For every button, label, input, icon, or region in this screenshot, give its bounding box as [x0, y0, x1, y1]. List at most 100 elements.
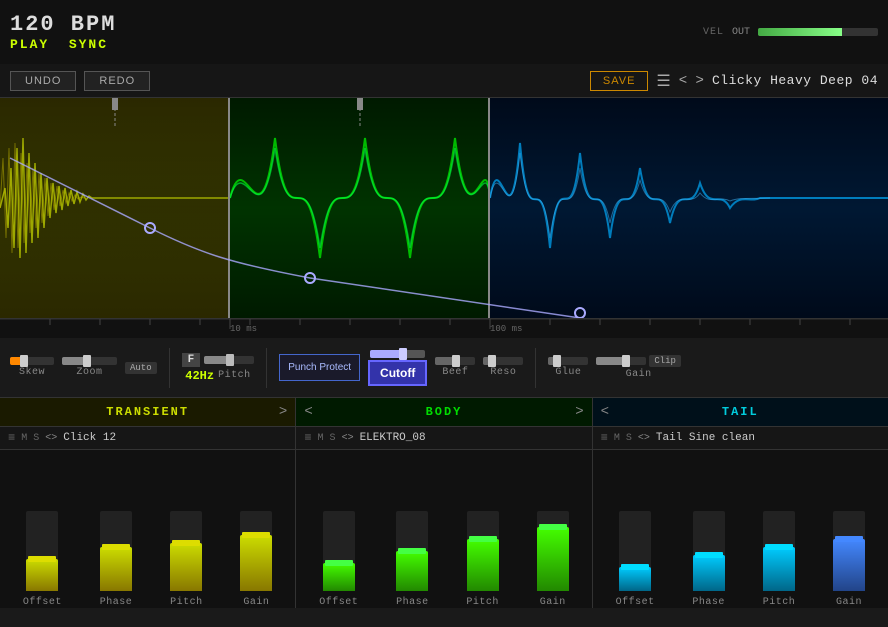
body-menu-icon[interactable]: ≡ — [304, 431, 311, 445]
skew-slider[interactable] — [10, 357, 54, 365]
tail-m-label[interactable]: M — [614, 433, 620, 444]
transient-s-label[interactable]: S — [33, 433, 39, 444]
auto-badge[interactable]: Auto — [125, 362, 157, 374]
transient-phase-fader[interactable] — [100, 511, 132, 591]
waveform-transient — [0, 98, 230, 318]
skew-control: Skew — [10, 357, 54, 378]
transient-sample-name: Click 12 — [63, 432, 116, 444]
body-pitch-fader[interactable] — [467, 511, 499, 591]
tail-pitch-knob: Pitch — [763, 511, 796, 608]
transient-offset-fader[interactable] — [26, 511, 58, 591]
save-button[interactable]: SAVE — [590, 71, 649, 91]
separator-2 — [266, 348, 267, 388]
body-gain-knob: Gain — [537, 511, 569, 608]
top-right: VEL OUT — [703, 27, 878, 38]
tail-gain-fader[interactable] — [833, 511, 865, 591]
undo-button[interactable]: UNDO — [10, 71, 76, 91]
beef-control: Beef — [435, 357, 475, 378]
transient-nav-right[interactable]: > — [279, 404, 287, 420]
body-phase-fader[interactable] — [396, 511, 428, 591]
meter-fill — [758, 28, 842, 36]
tail-title: TAIL — [722, 405, 759, 419]
waveform-area — [0, 98, 888, 318]
controls-bar: Skew Zoom Auto F 42Hz Pitch Punch Protec… — [0, 338, 888, 398]
transient-gain-knob: Gain — [240, 511, 272, 608]
transient-phase-knob: Phase — [100, 511, 133, 608]
bpm-display: 120 BPM — [10, 12, 116, 37]
separator-3 — [535, 348, 536, 388]
transient-m-label[interactable]: M — [21, 433, 27, 444]
tail-arrows-label[interactable]: <> — [638, 433, 650, 444]
body-arrows-label[interactable]: <> — [342, 433, 354, 444]
waveform-body-svg — [230, 98, 490, 318]
output-meter — [758, 28, 878, 36]
body-header: < BODY > — [296, 398, 591, 426]
nav-arrows-icon[interactable]: < > — [679, 73, 704, 89]
transient-gain-label: Gain — [243, 597, 269, 608]
tail-menu-icon[interactable]: ≡ — [601, 431, 608, 445]
transient-arrows-label[interactable]: <> — [45, 433, 57, 444]
body-nav-right[interactable]: > — [575, 404, 583, 420]
body-knobs-row: Offset Phase Pitch — [296, 450, 591, 608]
transient-knobs-row: Offset Phase Pitch — [0, 450, 295, 608]
transient-menu-icon[interactable]: ≡ — [8, 431, 15, 445]
body-s-label[interactable]: S — [330, 433, 336, 444]
transient-offset-knob: Offset — [23, 511, 62, 608]
tail-phase-fader[interactable] — [693, 511, 725, 591]
time-ruler: 10 ms 100 ms — [0, 318, 888, 338]
waveform-body — [230, 98, 490, 318]
zoom-control: Zoom — [62, 357, 117, 378]
tail-s-label[interactable]: S — [626, 433, 632, 444]
body-title: BODY — [426, 405, 463, 419]
cutoff-control: Cutoff — [368, 350, 427, 386]
transient-pitch-fader[interactable] — [170, 511, 202, 591]
waveform-transient-svg — [0, 98, 230, 318]
tail-offset-knob: Offset — [616, 511, 655, 608]
sync-label[interactable]: SYNC — [69, 37, 108, 52]
toolbar-left: UNDO REDO — [10, 71, 150, 91]
beef-slider[interactable] — [435, 357, 475, 365]
body-gain-fader[interactable] — [537, 511, 569, 591]
clip-badge[interactable]: Clip — [649, 355, 681, 367]
tail-knobs-row: Offset Phase Pitch — [593, 450, 888, 608]
menu-icon[interactable]: ☰ — [656, 71, 670, 91]
out-label: OUT — [732, 27, 750, 38]
tail-pitch-fader[interactable] — [763, 511, 795, 591]
transient-pitch-label: Pitch — [170, 597, 203, 608]
redo-button[interactable]: REDO — [84, 71, 150, 91]
body-pitch-label: Pitch — [466, 597, 499, 608]
transient-phase-label: Phase — [100, 597, 133, 608]
vel-label: VEL — [703, 27, 724, 38]
pitch-slider[interactable] — [204, 356, 254, 364]
tail-nav-left[interactable]: < — [601, 404, 609, 420]
f-badge[interactable]: F — [182, 353, 201, 367]
zoom-slider[interactable] — [62, 357, 117, 365]
cutoff-button[interactable]: Cutoff — [368, 360, 427, 386]
bpm-section: 120 BPM PLAY SYNC — [10, 12, 116, 52]
transient-section: TRANSIENT > ≡ M S <> Click 12 Offset — [0, 398, 296, 608]
glue-slider[interactable] — [548, 357, 588, 365]
body-section: < BODY > ≡ M S <> ELEKTRO_08 Offset — [296, 398, 592, 608]
tail-offset-fader[interactable] — [619, 511, 651, 591]
gain-label: Gain — [626, 369, 652, 380]
reso-slider[interactable] — [483, 357, 523, 365]
body-pitch-knob: Pitch — [466, 511, 499, 608]
tail-phase-knob: Phase — [692, 511, 725, 608]
body-nav-left[interactable]: < — [304, 404, 312, 420]
glue-control: Glue — [548, 357, 588, 378]
cutoff-slider[interactable] — [370, 350, 425, 358]
transient-info: ≡ M S <> Click 12 — [0, 426, 295, 450]
glue-label: Glue — [555, 367, 581, 378]
body-phase-label: Phase — [396, 597, 429, 608]
tail-phase-label: Phase — [692, 597, 725, 608]
punch-protect-button[interactable]: Punch Protect — [279, 354, 360, 381]
pitch-control: F 42Hz Pitch — [182, 353, 255, 383]
body-m-label[interactable]: M — [318, 433, 324, 444]
gain-slider[interactable] — [596, 357, 646, 365]
body-offset-fader[interactable] — [323, 511, 355, 591]
sections-area: TRANSIENT > ≡ M S <> Click 12 Offset — [0, 398, 888, 608]
tail-header: < TAIL — [593, 398, 888, 426]
transient-gain-fader[interactable] — [240, 511, 272, 591]
pitch-label: Pitch — [218, 370, 251, 381]
tail-gain-knob: Gain — [833, 511, 865, 608]
